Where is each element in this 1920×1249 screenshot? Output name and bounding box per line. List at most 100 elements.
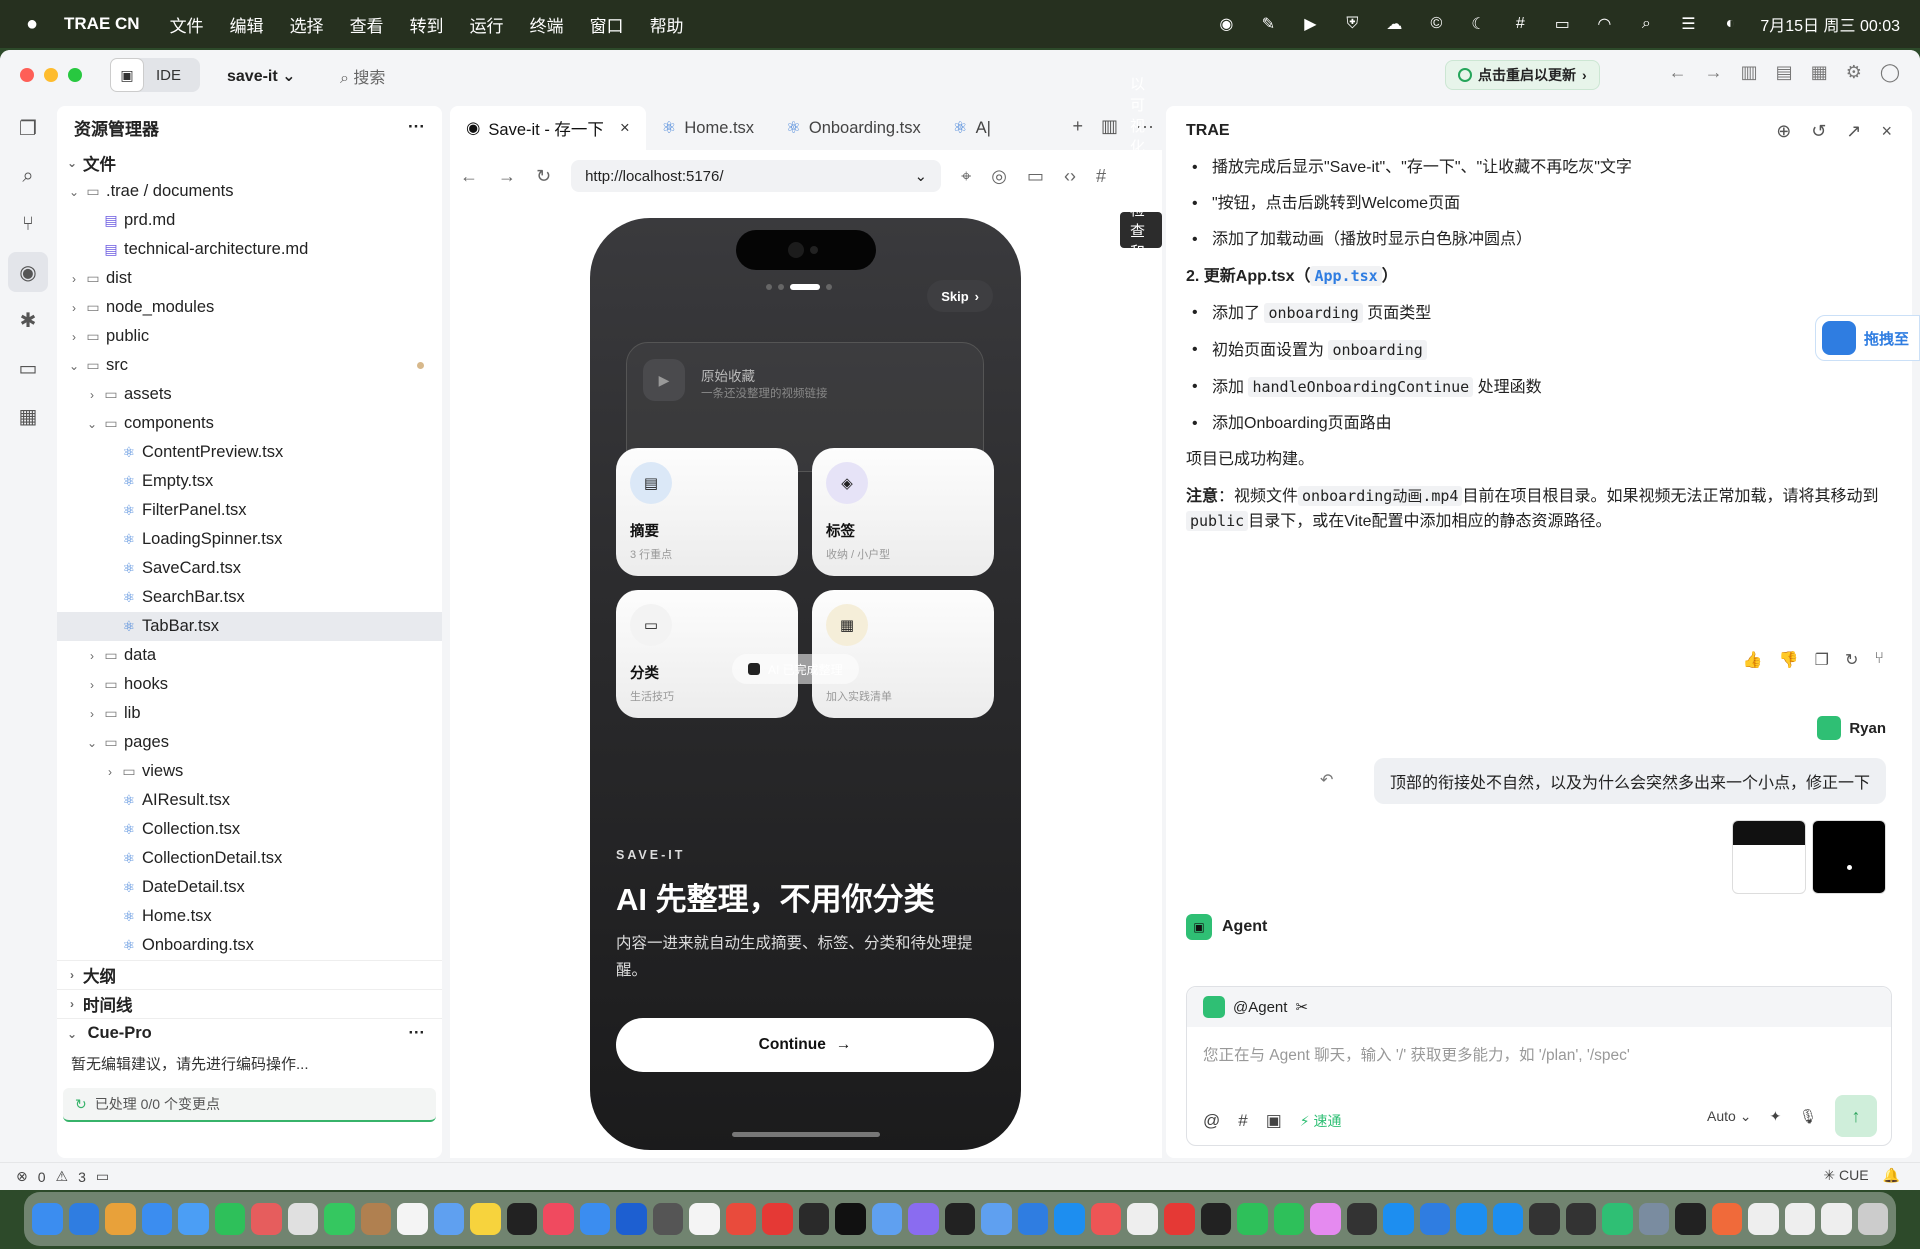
left-panel-icon[interactable]: ▥	[1741, 62, 1758, 83]
dock-app-icon[interactable]	[1163, 1203, 1195, 1235]
forward-arrow-icon[interactable]: →	[1705, 62, 1723, 83]
warning-count[interactable]: 3	[78, 1169, 86, 1185]
thumbs-down-icon[interactable]: 👎	[1779, 650, 1799, 670]
tree-file[interactable]: ⚛ CollectionDetail.tsx	[57, 844, 442, 873]
code-icon[interactable]: ‹›	[1064, 166, 1076, 187]
dock-app-icon[interactable]	[287, 1203, 319, 1235]
section-outline[interactable]: › 大纲	[57, 960, 442, 989]
ide-mode-toggle[interactable]: ▣ IDE	[110, 58, 200, 92]
device-icon[interactable]: ▭	[1027, 166, 1044, 187]
tree-folder[interactable]: › ▭ public	[57, 322, 442, 351]
plus-icon[interactable]: +	[1072, 116, 1083, 137]
tree-folder[interactable]: › ▭ data	[57, 641, 442, 670]
zoom-window-button[interactable]	[68, 68, 82, 82]
remote-icon[interactable]: ▭	[8, 348, 48, 388]
menu-app-name[interactable]: TRAE CN	[64, 14, 140, 34]
tab-preview[interactable]: ◉ Save-it - 存一下 ×	[450, 106, 646, 150]
shield-icon[interactable]: ⛨	[1340, 12, 1364, 36]
search-files-icon[interactable]: ⌕	[8, 156, 48, 196]
moon-icon[interactable]: ☾	[1466, 12, 1490, 36]
speed-mode-toggle[interactable]: ⚡ 速通	[1300, 1111, 1342, 1131]
dock-app-icon[interactable]	[871, 1203, 903, 1235]
minimize-window-button[interactable]	[44, 68, 58, 82]
control-center-icon[interactable]: ☰	[1676, 12, 1700, 36]
apple-icon[interactable]: ●	[26, 13, 64, 36]
dock-app-icon[interactable]	[725, 1203, 757, 1235]
tree-folder[interactable]: ⌄ ▭ components	[57, 409, 442, 438]
account-icon[interactable]: ◯	[1880, 62, 1900, 83]
dock-app-icon[interactable]	[433, 1203, 465, 1235]
tree-file[interactable]: ▤ technical-architecture.md	[57, 235, 442, 264]
chat-input[interactable]: @Agent ✂ 您正在与 Agent 聊天，输入 '/' 获取更多能力，如 '/…	[1186, 986, 1892, 1146]
dock-app-icon[interactable]	[1127, 1203, 1158, 1235]
drag-to-widget[interactable]: 拖拽至	[1815, 315, 1920, 361]
dock-app-icon[interactable]	[1857, 1203, 1889, 1235]
mention-icon[interactable]: @	[1203, 1111, 1220, 1131]
tree-file[interactable]: ⚛ SearchBar.tsx	[57, 583, 442, 612]
debug-icon[interactable]: ✱	[8, 300, 48, 340]
dock-app-icon[interactable]	[105, 1203, 136, 1235]
menu-help[interactable]: 帮助	[650, 12, 684, 37]
dock-app-icon[interactable]	[178, 1203, 209, 1235]
tree-file[interactable]: ⚛ AIResult.tsx	[57, 786, 442, 815]
open-external-icon[interactable]: ↗	[1846, 121, 1861, 142]
dock-app-icon[interactable]	[1456, 1203, 1487, 1235]
copyright-icon[interactable]: ©	[1424, 12, 1448, 36]
tree-folder[interactable]: ⌄ ▭ pages	[57, 728, 442, 757]
battery-icon[interactable]: ▭	[1550, 12, 1574, 36]
dock-app-icon[interactable]	[470, 1203, 501, 1235]
microphone-icon[interactable]: 🎙	[1799, 1108, 1817, 1125]
explorer-icon[interactable]: ❐	[8, 108, 48, 148]
image-thumbnail[interactable]	[1732, 820, 1806, 894]
tree-file[interactable]: ⚛ DateDetail.tsx	[57, 873, 442, 902]
dock-app-icon[interactable]	[835, 1203, 866, 1235]
dock-app-icon[interactable]	[908, 1203, 939, 1235]
history-icon[interactable]: ↺	[1811, 121, 1826, 142]
menu-window[interactable]: 窗口	[590, 12, 624, 37]
dock-app-icon[interactable]	[689, 1203, 720, 1235]
tree-folder[interactable]: › ▭ views	[57, 757, 442, 786]
split-editor-icon[interactable]: ▥	[1101, 116, 1118, 137]
cue-status-item[interactable]: ✳ CUE	[1823, 1167, 1868, 1184]
tree-folder[interactable]: › ▭ node_modules	[57, 293, 442, 322]
dock-app-icon[interactable]	[981, 1203, 1012, 1235]
copy-icon[interactable]: ❐	[1815, 650, 1829, 670]
inspect-cursor-icon[interactable]: ⌖	[961, 166, 971, 187]
tree-folder[interactable]: › ▭ dist	[57, 264, 442, 293]
dock-app-icon[interactable]	[1383, 1203, 1414, 1235]
bottom-panel-icon[interactable]: ▤	[1776, 62, 1793, 83]
skip-button[interactable]: Skip ›	[927, 280, 993, 312]
dock-app-icon[interactable]	[579, 1203, 611, 1235]
dock-app-icon[interactable]	[1784, 1203, 1816, 1235]
menu-view[interactable]: 查看	[350, 12, 384, 37]
dock-app-icon[interactable]	[1711, 1203, 1743, 1235]
dock-app-icon[interactable]	[1529, 1203, 1560, 1235]
global-search[interactable]: ⌕ 搜索	[340, 64, 385, 88]
right-panel-icon[interactable]: ▦	[1811, 62, 1828, 83]
input-method-icon[interactable]: #	[1508, 12, 1532, 36]
arrow-app-icon[interactable]: ▶	[1298, 12, 1322, 36]
dock-app-icon[interactable]	[506, 1203, 538, 1235]
hash-icon[interactable]: #	[1238, 1111, 1247, 1131]
menu-file[interactable]: 文件	[170, 12, 204, 37]
menu-datetime[interactable]: 7月15日 周三 00:03	[1760, 12, 1900, 36]
dock-app-icon[interactable]	[1200, 1203, 1232, 1235]
more-icon[interactable]: ···	[409, 1024, 425, 1043]
dock-app-icon[interactable]	[1346, 1203, 1378, 1235]
tree-folder[interactable]: › ▭ hooks	[57, 670, 442, 699]
warning-icon[interactable]: ⚠	[56, 1168, 69, 1185]
dock-app-icon[interactable]	[1602, 1203, 1633, 1235]
tab-truncated[interactable]: ⚛ A|	[937, 106, 1007, 150]
tree-file[interactable]: ⚛ ContentPreview.tsx	[57, 438, 442, 467]
image-thumbnail[interactable]	[1812, 820, 1886, 894]
terminal-icon[interactable]: ▭	[96, 1168, 109, 1185]
back-icon[interactable]: ←	[460, 166, 478, 187]
branch-icon[interactable]: ⑂	[1874, 650, 1884, 670]
reload-icon[interactable]: ↻	[536, 166, 551, 187]
project-switcher[interactable]: save-it ⌄	[227, 66, 296, 86]
source-control-icon[interactable]: ⑂	[8, 204, 48, 244]
dock-app-icon[interactable]	[944, 1203, 976, 1235]
section-cue-pro[interactable]: ⌄ Cue-Pro ···	[57, 1018, 442, 1047]
dock-app-icon[interactable]	[1492, 1203, 1524, 1235]
tab-home[interactable]: ⚛ Home.tsx	[646, 106, 770, 150]
